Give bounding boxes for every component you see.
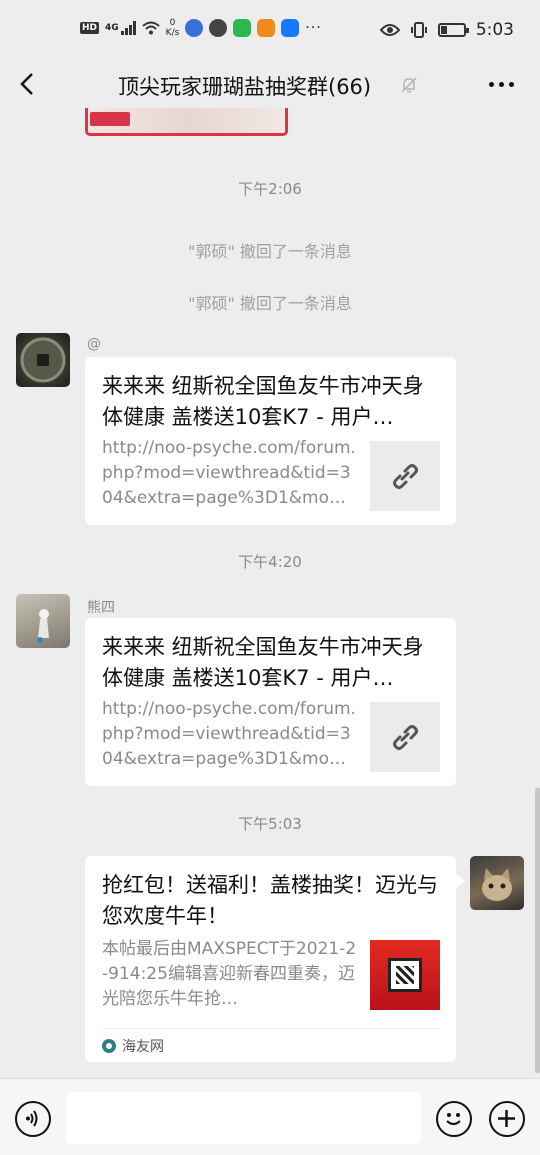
timestamp: 下午4:20 — [238, 553, 302, 571]
voice-button[interactable] — [15, 1101, 51, 1137]
card-title: 来来来 纽斯祝全国鱼友牛市冲天身体健康 盖楼送10套K7 - 用户… — [102, 635, 424, 690]
article-card[interactable]: 抢红包！送福利！盖楼抽奖！迈光与您欢度牛年！ 本帖最后由MAXSPECT于202… — [85, 856, 456, 1062]
cat-avatar-image — [482, 868, 512, 901]
voice-icon — [26, 1110, 38, 1127]
card-url: http://noo-psyche.com/forum.php?mod=view… — [102, 438, 356, 508]
link-thumbnail — [370, 702, 440, 772]
chat-title: 顶尖玩家珊瑚盐抽奖群(66) — [118, 75, 372, 99]
network-speed: 0 K/s — [166, 18, 180, 38]
more-notifications-icon: ··· — [305, 20, 322, 36]
promo-thumbnail — [370, 940, 440, 1010]
speed-value: 0 — [169, 18, 176, 28]
status-right: 5:03 — [379, 20, 514, 40]
mute-bell-icon — [401, 77, 417, 93]
figure-avatar-image — [37, 609, 49, 643]
plus-icon — [498, 1110, 515, 1127]
battery-icon — [437, 23, 469, 37]
avatar[interactable] — [16, 594, 70, 648]
signal-icon — [120, 21, 136, 35]
hd-badge: HD — [80, 22, 100, 34]
dot — [509, 82, 514, 87]
coin-avatar-image — [20, 337, 66, 383]
link-card[interactable]: 来来来 纽斯祝全国鱼友牛市冲天身体健康 盖楼送10套K7 - 用户… http:… — [85, 618, 456, 786]
card-title: 抢红包！送福利！盖楼抽奖！迈光与您欢度牛年！ — [102, 873, 438, 928]
card-source: 海友网 — [102, 1028, 439, 1062]
app-icon-4 — [257, 19, 276, 37]
eye-icon — [379, 24, 400, 36]
card-title: 来来来 纽斯祝全国鱼友牛市冲天身体健康 盖楼送10套K7 - 用户… — [102, 374, 424, 429]
status-left: HD 4G 0 K/s ··· — [80, 18, 322, 38]
link-icon — [393, 464, 418, 489]
app-icon-3 — [233, 19, 252, 37]
dot — [489, 82, 494, 87]
chat-header: 顶尖玩家珊瑚盐抽奖群(66) — [0, 62, 540, 108]
timestamp: 下午2:06 — [238, 180, 302, 198]
link-icon — [393, 725, 418, 750]
message-input[interactable] — [66, 1092, 421, 1144]
bubble-tail — [456, 873, 465, 889]
scrollbar[interactable] — [535, 788, 540, 1073]
partial-card-logo — [90, 112, 130, 126]
sender-name: @ — [87, 336, 101, 352]
link-thumbnail — [370, 441, 440, 511]
clock: 5:03 — [475, 20, 514, 40]
sender-name: 熊四 — [87, 600, 115, 616]
app-icon-2 — [209, 19, 228, 37]
app-icon-1 — [185, 19, 204, 37]
app-icon-5 — [281, 19, 300, 37]
more-options-button[interactable] — [489, 82, 514, 87]
more-actions-button[interactable] — [489, 1101, 525, 1137]
own-avatar[interactable] — [470, 856, 524, 910]
recall-notice: "郭硕" 撤回了一条消息 — [188, 294, 352, 313]
back-button[interactable] — [12, 68, 44, 100]
avatar[interactable] — [16, 333, 70, 387]
wifi-icon — [142, 21, 160, 35]
network-type: 4G — [105, 23, 119, 33]
battery-level — [440, 26, 447, 34]
status-bar: HD 4G 0 K/s ··· 5:03 — [0, 0, 540, 62]
timestamp: 下午5:03 — [238, 815, 302, 833]
qr-code-image — [388, 958, 422, 992]
source-icon — [102, 1038, 116, 1053]
link-card[interactable]: 来来来 纽斯祝全国鱼友牛市冲天身体健康 盖楼送10套K7 - 用户… http:… — [85, 357, 456, 525]
vibrate-icon — [410, 22, 427, 38]
input-bar — [0, 1078, 540, 1155]
chevron-left-icon — [20, 73, 33, 95]
card-description: 本帖最后由MAXSPECT于2021-2-914:25编辑喜迎新春四重奏，迈光陪… — [102, 939, 357, 1009]
speed-unit: K/s — [165, 28, 180, 38]
dot — [499, 82, 504, 87]
emoji-button[interactable] — [436, 1101, 472, 1137]
smiley-icon — [446, 1113, 461, 1126]
recall-notice: "郭硕" 撤回了一条消息 — [188, 242, 352, 261]
source-name: 海友网 — [122, 1038, 164, 1055]
card-url: http://noo-psyche.com/forum.php?mod=view… — [102, 699, 356, 769]
partial-message-card[interactable] — [85, 108, 288, 136]
